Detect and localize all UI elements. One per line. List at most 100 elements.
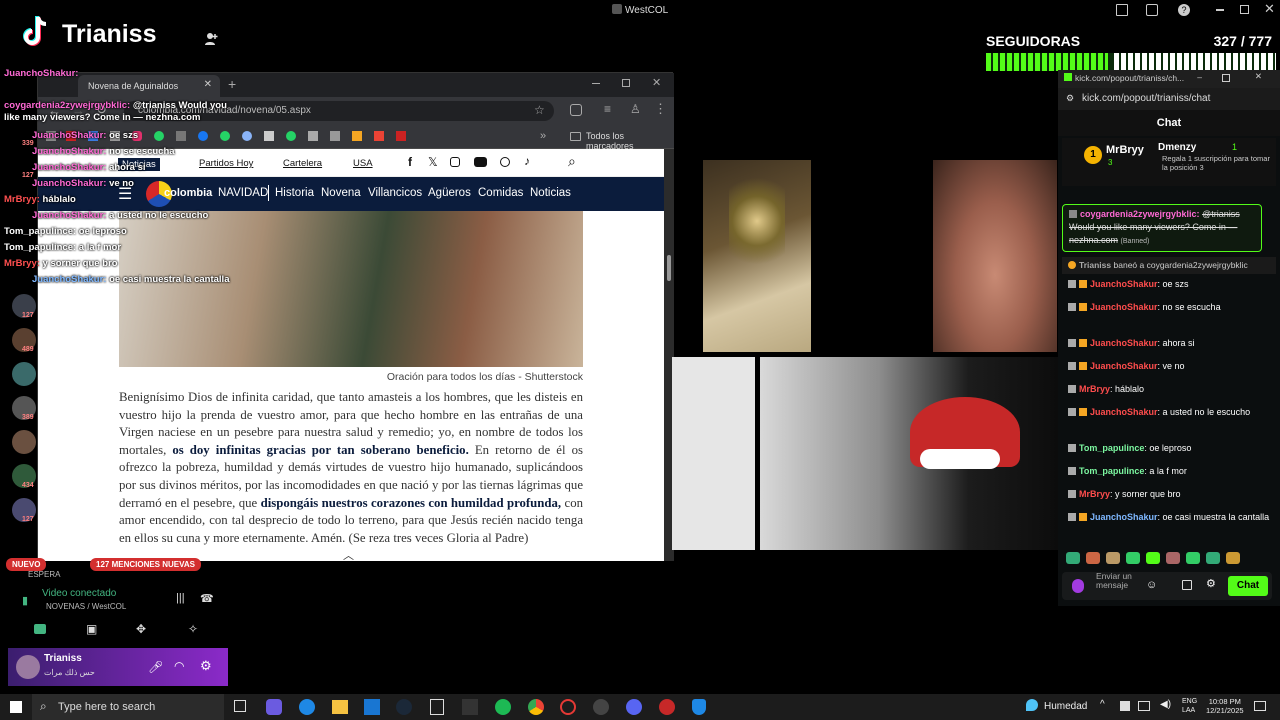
screen-share-icon[interactable]: ▣ xyxy=(86,622,97,636)
bookmark-icon[interactable] xyxy=(286,131,296,141)
flag-icon[interactable] xyxy=(1116,4,1128,16)
bookmark-icon[interactable] xyxy=(352,131,362,141)
threads-icon[interactable] xyxy=(500,157,510,167)
user-settings-icon[interactable]: ⚙ xyxy=(200,658,212,674)
emote-icon[interactable] xyxy=(1086,552,1100,564)
app-icon[interactable] xyxy=(593,699,609,715)
steam-icon[interactable] xyxy=(396,699,412,715)
screen-icon[interactable] xyxy=(1146,4,1158,16)
add-user-icon[interactable] xyxy=(204,32,218,46)
emote-icon[interactable] xyxy=(1066,552,1080,564)
emote-icon[interactable] xyxy=(1226,552,1240,564)
microphone-icon[interactable]: 🎤︎ xyxy=(148,660,163,674)
scroll-thumb[interactable] xyxy=(667,255,671,281)
explorer-icon[interactable] xyxy=(332,700,348,714)
kick-minimize-icon[interactable]: – xyxy=(1197,72,1202,82)
top-nav-cartelera[interactable]: Cartelera xyxy=(283,158,322,169)
emote-icon[interactable] xyxy=(1186,552,1200,564)
emote-icon[interactable] xyxy=(1126,552,1140,564)
soundboard-icon[interactable]: ✧ xyxy=(188,622,198,636)
language-indicator[interactable]: ENG LAA xyxy=(1182,697,1197,715)
clock[interactable]: 10:08 PM 12/21/2025 xyxy=(1206,697,1244,715)
chat-user[interactable]: MrBryy xyxy=(1079,384,1110,394)
camera-icon[interactable] xyxy=(34,624,46,634)
nav-noticias[interactable]: Noticias xyxy=(530,187,571,199)
settings-icon[interactable]: ⚙ xyxy=(1206,577,1216,590)
chat-user[interactable]: JuanchoShakur xyxy=(1090,407,1158,417)
chat-user[interactable]: Tom_papulince xyxy=(1079,466,1144,476)
kick-maximize-icon[interactable] xyxy=(1222,74,1230,82)
app-icon[interactable] xyxy=(462,699,478,715)
tray-app-icon[interactable] xyxy=(1120,701,1130,711)
chat-user[interactable]: JuanchoShakur xyxy=(1090,512,1158,522)
nav-agueros[interactable]: Agüeros xyxy=(428,187,471,199)
nav-novena[interactable]: Novena xyxy=(321,187,361,199)
obs-icon[interactable] xyxy=(659,699,675,715)
tray-arrow-icon[interactable]: ^ xyxy=(1100,699,1105,710)
chat-input[interactable]: Enviar un mensaje xyxy=(1096,572,1134,590)
site-info-icon[interactable]: ⚙ xyxy=(1066,93,1074,104)
volume-icon[interactable]: ◀) xyxy=(1160,699,1171,710)
gmail-icon[interactable] xyxy=(374,131,384,141)
browser-maximize-icon[interactable] xyxy=(622,79,630,87)
defender-icon[interactable] xyxy=(692,699,706,715)
extension-icon[interactable] xyxy=(570,104,582,116)
spotify-icon[interactable] xyxy=(495,699,511,715)
scroll-up-icon[interactable]: ︿ xyxy=(343,547,354,561)
headphones-icon[interactable]: ◠ xyxy=(174,659,184,673)
kick-close-icon[interactable]: ✕ xyxy=(1255,71,1262,82)
tiktok-icon[interactable]: ♪ xyxy=(524,154,530,168)
voice-channel[interactable]: NOVENAS / WestCOL xyxy=(46,602,126,611)
profile-icon[interactable]: ♙ xyxy=(630,102,641,116)
bookmark-icon[interactable] xyxy=(330,131,340,141)
start-icon[interactable] xyxy=(10,701,22,713)
task-view-icon[interactable] xyxy=(234,700,246,712)
help-icon[interactable]: ? xyxy=(1178,4,1190,16)
gift-icon[interactable] xyxy=(1182,580,1192,590)
youtube-icon[interactable] xyxy=(396,131,406,141)
x-icon[interactable]: 𝕏 xyxy=(428,155,438,169)
nav-comidas[interactable]: Comidas xyxy=(478,187,523,199)
top-nav-usa[interactable]: USA xyxy=(353,158,373,169)
notifications-icon[interactable] xyxy=(1254,701,1266,711)
chrome-icon[interactable] xyxy=(528,699,544,715)
youtube-icon[interactable] xyxy=(474,157,487,167)
browser-minimize-icon[interactable] xyxy=(592,83,600,84)
nav-historia[interactable]: Historia xyxy=(275,187,314,199)
instagram-icon[interactable] xyxy=(450,157,460,167)
bookmark-star-icon[interactable]: ☆ xyxy=(534,103,545,117)
activity-icon[interactable]: ✥ xyxy=(136,622,146,636)
store-icon[interactable] xyxy=(430,699,444,715)
facebook-icon[interactable]: f xyxy=(408,155,412,169)
edge-icon[interactable] xyxy=(299,699,315,715)
maximize-icon[interactable] xyxy=(1240,5,1249,14)
outlook-icon[interactable] xyxy=(364,699,380,715)
media-icon[interactable]: ≡ xyxy=(604,102,611,116)
browser-close-icon[interactable]: ✕ xyxy=(652,76,661,89)
kick-url-bar[interactable]: ⚙ kick.com/popout/trianiss/chat xyxy=(1058,88,1280,110)
taskbar-search[interactable]: ⌕ Type here to search xyxy=(32,694,224,720)
bookmark-icon[interactable] xyxy=(308,131,318,141)
menu-icon[interactable]: ⋮ xyxy=(654,101,667,117)
close-icon[interactable]: ✕ xyxy=(1264,1,1275,17)
all-bookmarks-link[interactable]: Todos los marcadores xyxy=(586,131,674,151)
search-icon[interactable]: ⌕ xyxy=(568,153,576,170)
discord-icon[interactable] xyxy=(626,699,642,715)
avatar[interactable] xyxy=(16,655,40,679)
emote-picker-icon[interactable]: ☺ xyxy=(1146,579,1157,591)
minimize-icon[interactable] xyxy=(1216,9,1224,11)
emote-icon[interactable] xyxy=(1166,552,1180,564)
send-chat-button[interactable]: Chat xyxy=(1228,576,1268,596)
emote-icon[interactable] xyxy=(1146,552,1160,564)
chat-user[interactable]: MrBryy xyxy=(1079,489,1110,499)
weather-text[interactable]: Humedad xyxy=(1044,701,1087,712)
opera-icon[interactable] xyxy=(560,699,576,715)
bookmark-icon[interactable] xyxy=(242,131,252,141)
app-icon[interactable] xyxy=(266,699,282,715)
disconnect-icon[interactable]: ☎ xyxy=(200,592,214,605)
mentions-badge[interactable]: 127 MENCIONES NUEVAS xyxy=(90,558,201,571)
chat-user[interactable]: JuanchoShakur xyxy=(1090,302,1158,312)
emote-icon[interactable] xyxy=(1206,552,1220,564)
noise-icon[interactable]: ||| xyxy=(176,592,185,604)
chat-user[interactable]: JuanchoShakur xyxy=(1090,279,1158,289)
